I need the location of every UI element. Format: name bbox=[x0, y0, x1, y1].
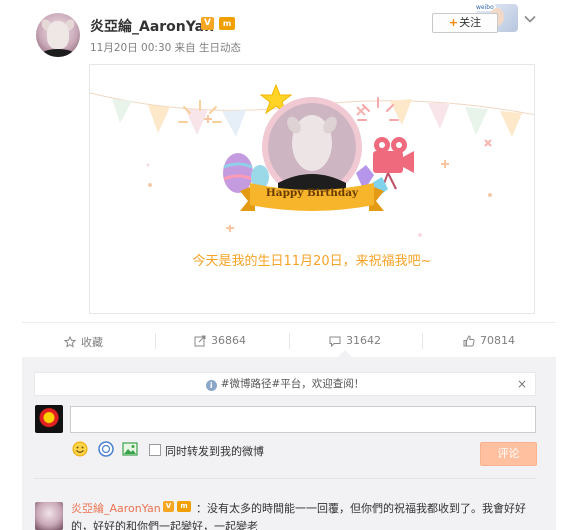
verified-badge: V bbox=[201, 17, 214, 30]
notice-bar: i #微博路径#平台，欢迎查阅！ × bbox=[34, 372, 536, 396]
comment-action[interactable]: 31642 bbox=[329, 334, 381, 347]
repost-icon bbox=[194, 335, 206, 346]
follow-label: 关注 bbox=[459, 16, 482, 29]
divider bbox=[422, 333, 423, 349]
divider bbox=[34, 478, 536, 479]
image-icon[interactable] bbox=[122, 441, 138, 457]
close-icon[interactable]: × bbox=[517, 373, 527, 395]
emoji-icon[interactable] bbox=[72, 441, 88, 457]
repost-count: 36864 bbox=[211, 334, 246, 347]
comment-author[interactable]: 炎亞綸_AaronYan bbox=[71, 500, 161, 516]
repost-action[interactable]: 36864 bbox=[194, 334, 246, 347]
favorite-label: 收藏 bbox=[81, 336, 103, 349]
vip-badge: m bbox=[177, 501, 191, 512]
comment-input[interactable] bbox=[70, 406, 536, 433]
follow-avatar-tag: weibo bbox=[474, 4, 496, 11]
like-count: 70814 bbox=[480, 334, 515, 347]
weibo-post: 炎亞綸_AaronYan V m 11月20日 00:30 来自 生日动态 we… bbox=[0, 0, 582, 530]
panel-arrow bbox=[338, 350, 352, 357]
birthday-illustration bbox=[90, 83, 534, 237]
action-bar: 收藏 36864 31642 70814 bbox=[22, 322, 556, 358]
star-icon bbox=[64, 336, 76, 348]
comment-avatar[interactable] bbox=[35, 502, 63, 530]
birthday-banner-text: Happy Birthday bbox=[265, 187, 359, 199]
divider bbox=[155, 333, 156, 349]
info-icon: i bbox=[205, 380, 217, 391]
comment-icon bbox=[329, 336, 341, 347]
favorite-action[interactable]: 收藏 bbox=[64, 334, 103, 350]
submit-comment-button[interactable]: 评论 bbox=[480, 442, 537, 466]
plus-icon: + bbox=[448, 16, 459, 29]
verified-badge: V bbox=[163, 501, 174, 512]
like-icon bbox=[463, 334, 475, 346]
topic-icon[interactable] bbox=[98, 441, 114, 457]
follow-button[interactable]: +关注 bbox=[432, 13, 498, 33]
comment-count: 31642 bbox=[346, 334, 381, 347]
birthday-card[interactable]: Happy Birthday 今天是我的生日11月20日，来祝福我吧~ bbox=[89, 64, 535, 314]
birthday-message: 今天是我的生日11月20日，来祝福我吧~ bbox=[192, 254, 432, 269]
chevron-down-icon[interactable] bbox=[524, 13, 536, 25]
author-avatar[interactable] bbox=[36, 13, 80, 57]
repost-checkbox[interactable] bbox=[149, 444, 161, 456]
author-name[interactable]: 炎亞綸_AaronYan bbox=[90, 16, 214, 36]
current-user-avatar[interactable] bbox=[35, 405, 63, 433]
vip-badge: m bbox=[219, 17, 235, 30]
repost-label: 同时转发到我的微博 bbox=[165, 445, 264, 458]
like-action[interactable]: 70814 bbox=[463, 334, 515, 347]
notice-text[interactable]: #微博路径#平台，欢迎查阅！ bbox=[221, 378, 365, 390]
divider bbox=[289, 333, 290, 349]
post-meta: 11月20日 00:30 来自 生日动态 bbox=[90, 42, 241, 54]
